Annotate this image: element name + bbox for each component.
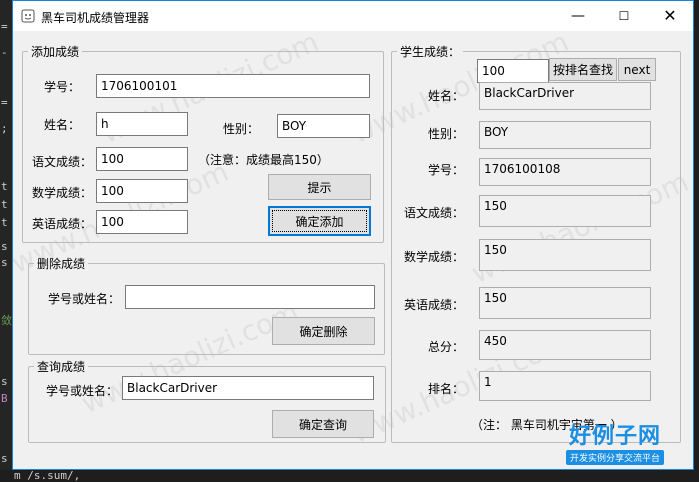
code-fragment: s (1, 375, 8, 388)
query-key-input[interactable] (122, 376, 374, 400)
code-fragment: = (1, 20, 8, 33)
result-student-id-value: 1706100108 (479, 158, 651, 186)
minimize-button[interactable]: — (555, 1, 601, 31)
next-button[interactable]: next (618, 58, 656, 81)
add-english-label: 英语成绩： (32, 217, 93, 231)
code-fragment: s (1, 256, 8, 269)
result-chinese-label: 语文成绩： (404, 206, 465, 220)
code-fragment: 敛 (1, 314, 12, 327)
client-area: www.haolizi.com www.haolizi.com www.haol… (6, 25, 693, 469)
result-rank-label: 排名： (428, 382, 465, 396)
result-name-label: 姓名： (428, 89, 465, 103)
add-student-id-label: 学号： (44, 80, 81, 94)
app-window: 黑车司机成绩管理器 — ☐ ✕ www.haolizi.com www.haol… (6, 0, 694, 470)
site-logo-subtext: 开发实例分享交流平台 (565, 450, 664, 465)
confirm-add-button[interactable]: 确定添加 (268, 206, 371, 236)
query-score-legend: 查询成绩 (37, 360, 86, 374)
window-title: 黑车司机成绩管理器 (41, 11, 150, 25)
confirm-query-button[interactable]: 确定查询 (272, 410, 374, 438)
code-fragment: t (1, 198, 8, 211)
add-chinese-label: 语文成绩： (32, 155, 93, 169)
add-name-input[interactable] (96, 112, 188, 136)
query-key-label: 学号或姓名： (46, 384, 119, 398)
title-bar[interactable]: 黑车司机成绩管理器 — ☐ ✕ (13, 1, 693, 31)
add-math-input[interactable] (96, 179, 188, 203)
result-math-label: 数学成绩： (404, 250, 465, 264)
add-max-score-note: （注意：成绩最高150） (198, 153, 329, 167)
code-fragment: s (1, 240, 8, 253)
student-score-legend: 学生成绩： (400, 45, 461, 59)
add-gender-label: 性别： (223, 122, 260, 136)
add-name-label: 姓名： (44, 118, 81, 132)
close-icon: ✕ (663, 6, 677, 25)
result-rank-value: 1 (479, 371, 651, 401)
add-score-legend: 添加成绩 (31, 45, 80, 59)
add-chinese-input[interactable] (96, 147, 188, 171)
maximize-button[interactable]: ☐ (601, 1, 647, 31)
code-fragment: B (1, 392, 8, 405)
rank-number-input[interactable] (477, 59, 549, 83)
close-button[interactable]: ✕ (647, 1, 693, 31)
delete-score-legend: 删除成绩 (37, 257, 86, 271)
code-fragment: = (1, 96, 8, 109)
minimize-icon: — (571, 8, 585, 24)
result-total-value: 450 (479, 330, 651, 360)
code-fragment: ; (1, 122, 8, 135)
code-fragment: - (1, 46, 8, 59)
add-math-label: 数学成绩： (32, 186, 93, 200)
app-window-icon (21, 9, 35, 23)
result-gender-value: BOY (479, 121, 651, 149)
hint-button[interactable]: 提示 (268, 174, 371, 200)
delete-key-label: 学号或姓名： (48, 292, 121, 306)
code-fragment: t (1, 180, 8, 193)
result-english-label: 英语成绩： (404, 298, 465, 312)
delete-key-input[interactable] (125, 285, 375, 309)
add-student-id-input[interactable] (96, 74, 370, 98)
search-by-rank-button[interactable]: 按排名查找 (549, 58, 617, 81)
add-gender-input[interactable] (277, 114, 370, 138)
maximize-icon: ☐ (618, 9, 630, 23)
background-code-strip: = - = ; t t t s s 敛 s B s (0, 0, 12, 482)
result-student-id-label: 学号： (428, 163, 465, 177)
background-code-bottom: m /s.sum/, (0, 469, 699, 482)
code-fragment: t (1, 216, 8, 229)
result-english-value: 150 (479, 287, 651, 319)
confirm-delete-button[interactable]: 确定删除 (272, 317, 375, 345)
add-english-input[interactable] (96, 210, 188, 234)
site-logo-text: 好例子网 (568, 424, 661, 449)
code-fragment: s (1, 452, 8, 465)
code-fragment: m /s.sum/, (14, 469, 81, 482)
result-gender-label: 性别： (428, 127, 465, 141)
result-chinese-value: 150 (479, 195, 651, 227)
result-total-label: 总分： (428, 340, 465, 354)
site-logo: 好例子网 开发实例分享交流平台 (555, 425, 675, 465)
result-name-value: BlackCarDriver (479, 82, 651, 110)
result-math-value: 150 (479, 239, 651, 271)
